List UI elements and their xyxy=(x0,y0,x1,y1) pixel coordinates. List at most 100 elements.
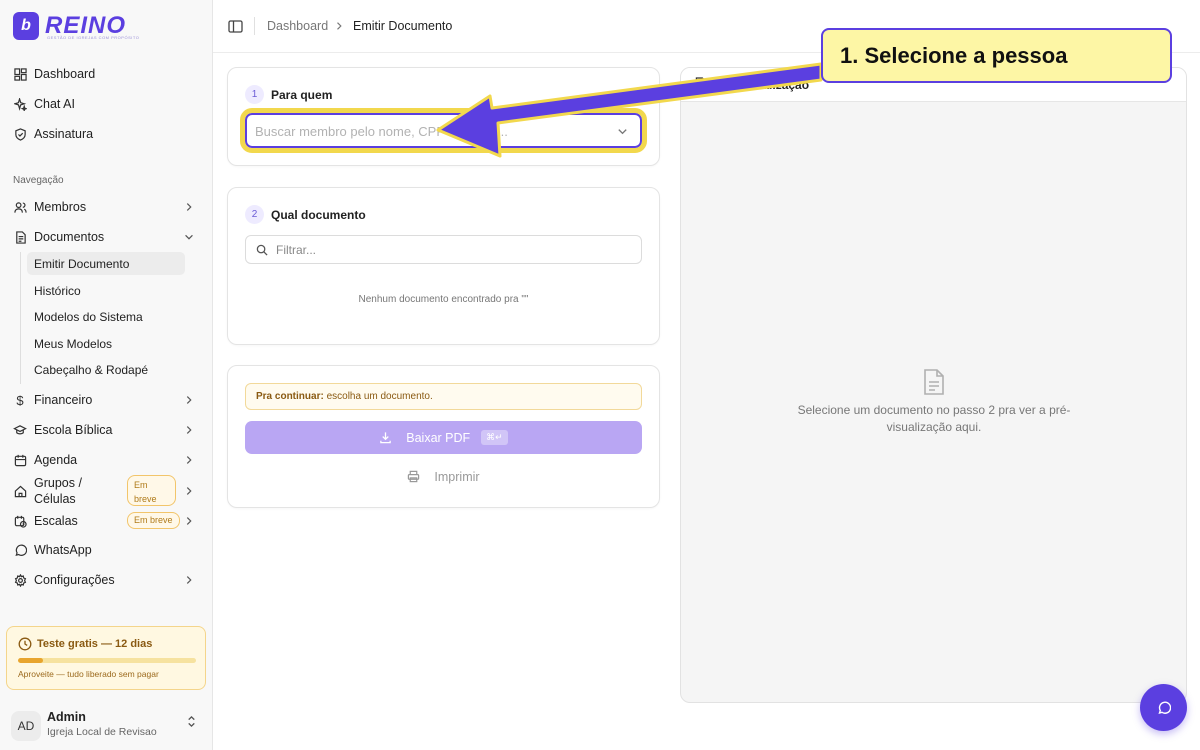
shield-check-icon xyxy=(13,127,27,141)
clock-icon xyxy=(18,637,32,651)
trial-progress-bar xyxy=(18,658,196,663)
notice-bold: Pra continuar: xyxy=(256,391,324,402)
sidebar-item-whatsapp[interactable]: WhatsApp xyxy=(8,537,204,563)
shortcut-badge: ⌘↵ xyxy=(481,430,508,445)
trial-banner[interactable]: Teste gratis — 12 dias Aproveite — tudo … xyxy=(6,626,206,690)
panel-left-icon[interactable] xyxy=(228,19,243,34)
sidebar-subitem-meus-modelos[interactable]: Meus Modelos xyxy=(27,332,185,355)
sidebar-subitem-emitir-documento[interactable]: Emitir Documento xyxy=(27,252,185,275)
step1-card: 1 Para quem Buscar membro pelo nome, CPF… xyxy=(227,67,660,166)
print-button[interactable]: Imprimir xyxy=(228,468,659,486)
search-icon xyxy=(256,243,269,256)
chevron-right-icon xyxy=(182,573,196,587)
file-text-icon xyxy=(695,77,708,92)
sidebar-item-documentos[interactable]: Documentos xyxy=(8,224,204,250)
nav-section-label: Navegação xyxy=(13,175,64,186)
chevron-right-icon xyxy=(182,423,196,437)
sidebar-item-label: Grupos / Células xyxy=(34,475,82,506)
member-search-placeholder: Buscar membro pelo nome, CPF ou email... xyxy=(255,124,508,139)
chevron-right-icon xyxy=(182,484,196,498)
user-org: Igreja Local de Revisao xyxy=(47,726,157,738)
brand-tagline: GESTÃO DE IGREJAS COM PROPÓSITO xyxy=(47,35,140,40)
grid-icon xyxy=(13,67,27,81)
chevron-right-icon xyxy=(182,200,196,214)
step2-title: Qual documento xyxy=(271,208,366,222)
avatar: AD xyxy=(11,711,41,741)
document-icon xyxy=(922,368,946,396)
print-label: Imprimir xyxy=(434,470,480,484)
sidebar-item-financeiro[interactable]: $ Financeiro xyxy=(8,387,204,413)
preview-panel: Pré-visualização Selecione um documento … xyxy=(680,67,1187,703)
download-pdf-label: Baixar PDF xyxy=(406,430,471,445)
soon-badge: Em breve xyxy=(127,475,176,506)
sidebar-item-label: Escalas xyxy=(34,514,78,528)
soon-badge: Em breve xyxy=(127,512,180,529)
empty-documents-message: Nenhum documento encontrado pra "" xyxy=(358,294,529,305)
sidebar-item-configuracoes[interactable]: Configurações xyxy=(8,567,204,593)
sidebar-item-label: Financeiro xyxy=(34,393,93,407)
preview-empty-message: Selecione um documento no passo 2 pra ve… xyxy=(797,403,1071,434)
sidebar-item-label: Escola Bíblica xyxy=(34,423,113,437)
user-menu[interactable]: AD Admin Igreja Local de Revisao xyxy=(8,706,204,742)
breadcrumb-dashboard[interactable]: Dashboard xyxy=(267,19,328,33)
calendar-icon xyxy=(13,453,27,467)
home-icon xyxy=(13,484,27,498)
trial-progress-fill xyxy=(18,658,43,663)
chevron-down-icon xyxy=(616,125,630,139)
chevron-right-icon xyxy=(182,393,196,407)
dollar-icon: $ xyxy=(16,392,24,408)
topbar-separator xyxy=(254,17,255,35)
sidebar-item-label: Dashboard xyxy=(34,67,96,81)
step2-card: 2 Qual documento Filtrar... Nenhum docum… xyxy=(227,187,660,345)
printer-icon xyxy=(407,470,421,484)
gear-icon xyxy=(13,573,27,587)
sidebar-item-label: Membros xyxy=(34,200,87,214)
download-pdf-button[interactable]: Baixar PDF ⌘↵ xyxy=(245,421,642,454)
message-circle-icon xyxy=(13,543,27,557)
sidebar-item-label: WhatsApp xyxy=(34,543,92,557)
chevrons-up-down-icon xyxy=(185,715,199,729)
user-name: Admin xyxy=(47,710,86,724)
chat-fab-button[interactable] xyxy=(1140,684,1187,731)
chevron-down-icon xyxy=(182,230,196,244)
continue-notice: Pra continuar: escolha um documento. xyxy=(245,383,642,410)
annotation-callout: 1. Selecione a pessoa xyxy=(821,28,1172,83)
preview-title: Pré-visualização xyxy=(715,78,810,92)
chevron-right-icon xyxy=(182,453,196,467)
sidebar-item-dashboard[interactable]: Dashboard xyxy=(8,61,204,87)
trial-title: Teste gratis — 12 dias xyxy=(37,638,153,650)
sidebar-item-label: Chat AI xyxy=(34,97,75,111)
member-search-combobox[interactable]: Buscar membro pelo nome, CPF ou email... xyxy=(240,108,647,153)
trial-note: Aproveite — tudo liberado sem pagar xyxy=(18,669,159,679)
graduation-cap-icon xyxy=(13,423,27,437)
document-filter-input[interactable]: Filtrar... xyxy=(245,235,642,264)
sidebar-item-agenda[interactable]: Agenda xyxy=(8,447,204,473)
chevron-right-icon xyxy=(182,514,196,528)
actions-card: Pra continuar: escolha um documento. Bai… xyxy=(227,365,660,508)
step-number: 1 xyxy=(245,85,264,104)
calendar-clock-icon xyxy=(13,514,27,528)
sidebar-item-escola-biblica[interactable]: Escola Bíblica xyxy=(8,417,204,443)
breadcrumb-current: Emitir Documento xyxy=(353,19,453,33)
sidebar-item-chat-ai[interactable]: Chat AI xyxy=(8,91,204,117)
file-text-icon xyxy=(13,230,27,244)
logo-mark-icon: b xyxy=(13,12,39,40)
download-icon xyxy=(379,431,393,445)
sidebar-item-membros[interactable]: Membros xyxy=(8,194,204,220)
sidebar-subitem-historico[interactable]: Histórico xyxy=(27,279,185,302)
step-number: 2 xyxy=(245,205,264,224)
sparkles-icon xyxy=(13,97,27,111)
sidebar-item-label: Documentos xyxy=(34,230,105,244)
notice-text: escolha um documento. xyxy=(323,391,433,402)
users-icon xyxy=(13,200,27,214)
submenu-guide-line xyxy=(20,252,21,384)
sidebar-item-label: Agenda xyxy=(34,453,78,467)
sidebar-subitem-modelos-sistema[interactable]: Modelos do Sistema xyxy=(27,305,185,328)
sidebar: b REINO GESTÃO DE IGREJAS COM PROPÓSITO … xyxy=(0,0,213,750)
sidebar-item-assinatura[interactable]: Assinatura xyxy=(8,121,204,147)
sidebar-subitem-cabecalho-rodape[interactable]: Cabeçalho & Rodapé xyxy=(27,358,185,381)
message-circle-icon xyxy=(1157,701,1171,715)
chevron-right-icon xyxy=(335,19,347,33)
step1-title: Para quem xyxy=(271,88,333,102)
sidebar-item-label: Assinatura xyxy=(34,127,94,141)
